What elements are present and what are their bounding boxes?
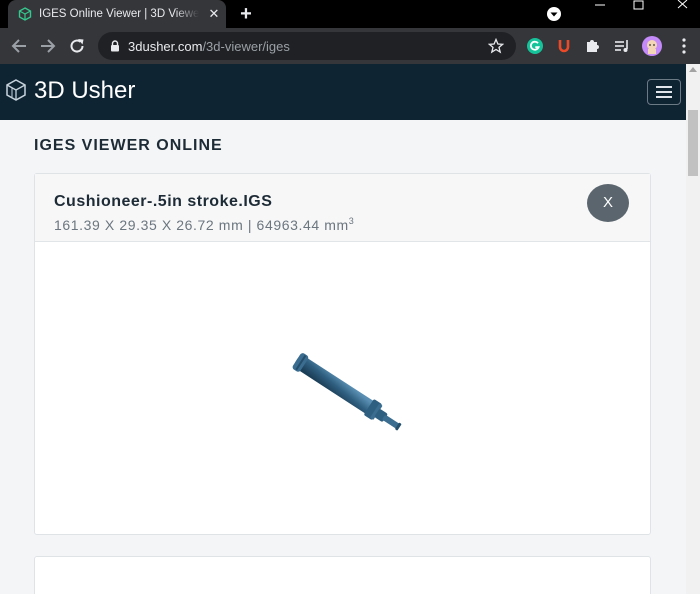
close-viewer-button[interactable]: X bbox=[587, 184, 629, 222]
logo-icon[interactable] bbox=[4, 78, 28, 102]
tab-search-icon[interactable] bbox=[546, 6, 562, 22]
media-control-icon[interactable] bbox=[613, 37, 631, 55]
volume-exponent: 3 bbox=[348, 216, 355, 226]
minimize-icon[interactable] bbox=[590, 4, 610, 20]
scrollbar[interactable] bbox=[686, 64, 700, 594]
menu-dots-icon[interactable] bbox=[676, 37, 692, 55]
url-host: 3dusher.com bbox=[128, 39, 203, 54]
url-path: /3d-viewer/iges bbox=[202, 39, 290, 54]
url-text: 3dusher.com/3d-viewer/iges bbox=[128, 39, 290, 54]
active-tab[interactable]: IGES Online Viewer | 3D Viewer Online ✕ bbox=[8, 0, 226, 28]
puzzle-icon[interactable] bbox=[584, 37, 602, 55]
page-title: IGES VIEWER ONLINE bbox=[34, 137, 223, 154]
secondary-card bbox=[34, 556, 651, 594]
model-dimensions: 161.39 X 29.35 X 26.72 mm | 64963.44 mm3 bbox=[54, 212, 354, 234]
profile-avatar[interactable] bbox=[642, 36, 662, 56]
lock-icon[interactable] bbox=[110, 40, 120, 52]
avatar-icon bbox=[647, 40, 657, 54]
tab-title: IGES Online Viewer | 3D Viewer Online bbox=[39, 8, 199, 20]
3d-viewport[interactable] bbox=[35, 242, 650, 534]
scroll-up-arrow[interactable] bbox=[689, 67, 697, 72]
window-close-icon[interactable] bbox=[675, 0, 691, 14]
tab-strip: IGES Online Viewer | 3D Viewer Online ✕ … bbox=[0, 0, 700, 28]
star-icon[interactable] bbox=[488, 38, 504, 54]
page-viewport: 3D Usher IGES VIEWER ONLINE Cushioneer-.… bbox=[0, 64, 700, 594]
file-name: Cushioneer-.5in stroke.IGS bbox=[54, 193, 273, 210]
address-bar[interactable]: 3dusher.com/3d-viewer/iges bbox=[98, 32, 516, 60]
dimensions-text: 161.39 X 29.35 X 26.72 mm | 64963.44 mm bbox=[54, 217, 349, 233]
ublock-icon[interactable] bbox=[555, 37, 573, 55]
tab-favicon-icon bbox=[18, 7, 32, 21]
brand-name[interactable]: 3D Usher bbox=[34, 77, 135, 105]
3d-model-cylinder[interactable] bbox=[285, 352, 415, 432]
close-icon[interactable]: ✕ bbox=[206, 6, 222, 22]
hamburger-icon[interactable] bbox=[647, 79, 681, 105]
scrollbar-thumb[interactable] bbox=[688, 110, 698, 176]
plus-icon[interactable]: + bbox=[236, 4, 256, 24]
site-navbar: 3D Usher bbox=[0, 64, 686, 120]
grammarly-icon[interactable] bbox=[526, 37, 544, 55]
viewer-card: Cushioneer-.5in stroke.IGS 161.39 X 29.3… bbox=[34, 173, 651, 535]
viewer-header: Cushioneer-.5in stroke.IGS 161.39 X 29.3… bbox=[35, 174, 650, 242]
back-icon[interactable] bbox=[10, 37, 28, 55]
maximize-icon[interactable] bbox=[632, 0, 646, 14]
browser-toolbar: 3dusher.com/3d-viewer/iges bbox=[0, 28, 700, 64]
forward-icon[interactable] bbox=[39, 37, 57, 55]
reload-icon[interactable] bbox=[68, 37, 86, 55]
